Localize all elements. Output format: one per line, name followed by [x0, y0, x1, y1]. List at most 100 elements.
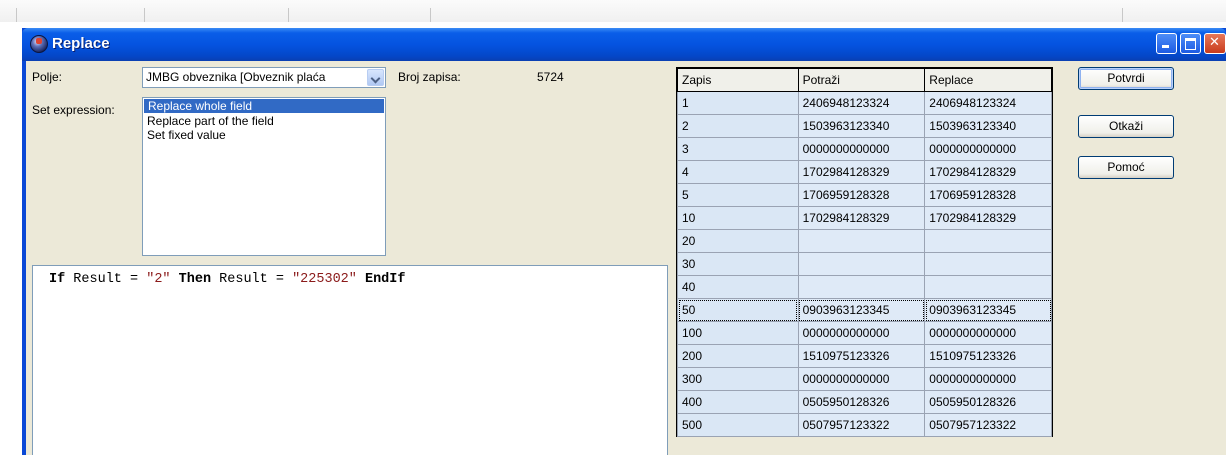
expression-editor[interactable]: If Result = "2" Then Result = "225302" E… — [32, 265, 668, 455]
table-cell[interactable]: 5 — [677, 183, 799, 207]
minimize-button[interactable] — [1156, 33, 1177, 54]
code-token: Result = — [211, 272, 293, 287]
table-row[interactable]: 300 0000000000000 0000000000000 — [677, 367, 1052, 391]
dialog-body: Polje: JMBG obveznika [Obveznik plaća Br… — [26, 61, 1226, 455]
window-title: Replace — [52, 35, 110, 52]
table-row[interactable]: 200 1510975123326 1510975123326 — [677, 344, 1052, 368]
table-cell[interactable] — [924, 252, 1052, 276]
table-cell[interactable]: 2 — [677, 114, 799, 138]
table-row[interactable]: 30 — [677, 252, 1052, 276]
table-cell[interactable]: 3 — [677, 137, 799, 161]
table-row[interactable]: 100 0000000000000 0000000000000 — [677, 321, 1052, 345]
background-separator — [16, 8, 17, 22]
column-header[interactable]: Potraži — [797, 68, 926, 92]
table-row[interactable]: 20 — [677, 229, 1052, 253]
column-header[interactable]: Replace — [924, 68, 1052, 92]
expression-option[interactable]: Replace part of the field — [143, 114, 385, 128]
background-separator — [288, 8, 289, 22]
table-cell[interactable]: 0505950128326 — [924, 390, 1052, 414]
table-cell[interactable]: 0000000000000 — [797, 137, 926, 161]
table-row[interactable]: 50 0903963123345 0903963123345 — [677, 298, 1052, 322]
code-token: Then — [178, 272, 212, 287]
pomoc-button[interactable]: Pomoć — [1078, 156, 1174, 179]
table-cell[interactable]: 1510975123326 — [797, 344, 926, 368]
table-cell[interactable]: 100 — [677, 321, 799, 345]
table-cell[interactable] — [797, 275, 926, 299]
column-header[interactable]: Zapis — [677, 68, 799, 92]
table-cell[interactable] — [924, 275, 1052, 299]
table-cell[interactable]: 2406948123324 — [797, 91, 926, 115]
close-button[interactable] — [1204, 33, 1226, 54]
table-cell[interactable]: 10 — [677, 206, 799, 230]
expression-option[interactable]: Replace whole field — [143, 98, 385, 114]
app-icon[interactable] — [30, 35, 48, 53]
table-cell[interactable] — [797, 252, 926, 276]
table-cell[interactable]: 0000000000000 — [924, 137, 1052, 161]
table-cell[interactable]: 0000000000000 — [797, 321, 926, 345]
table-cell[interactable]: 0903963123345 — [797, 298, 926, 322]
table-row[interactable]: 2 1503963123340 1503963123340 — [677, 114, 1052, 138]
table-row[interactable]: 400 0505950128326 0505950128326 — [677, 390, 1052, 414]
polje-dropdown[interactable]: JMBG obveznika [Obveznik plaća — [142, 67, 386, 88]
table-row[interactable]: 5 1706959128328 1706959128328 — [677, 183, 1052, 207]
table-cell[interactable]: 1706959128328 — [924, 183, 1052, 207]
table-cell[interactable]: 1702984128329 — [924, 160, 1052, 184]
table-cell[interactable]: 50 — [677, 298, 799, 322]
table-cell[interactable]: 1702984128329 — [924, 206, 1052, 230]
broj-zapisa-label: Broj zapisa: — [398, 70, 461, 84]
code-token: "225302" — [292, 272, 357, 287]
table-row[interactable]: 10 1702984128329 1702984128329 — [677, 206, 1052, 230]
table-cell[interactable]: 300 — [677, 367, 799, 391]
maximize-button[interactable] — [1180, 33, 1201, 54]
code-token: EndIf — [364, 272, 406, 287]
table-cell[interactable] — [924, 229, 1052, 253]
table-cell[interactable]: 40 — [677, 275, 799, 299]
table-cell[interactable]: 0507957123322 — [924, 413, 1052, 437]
table-row[interactable]: 1 2406948123324 2406948123324 — [677, 91, 1052, 115]
table-cell[interactable]: 0903963123345 — [924, 298, 1052, 322]
table-cell[interactable]: 4 — [677, 160, 799, 184]
polje-label: Polje: — [32, 70, 63, 84]
table-cell[interactable]: 0000000000000 — [924, 321, 1052, 345]
background-toolbar-strip — [0, 0, 1226, 22]
table-cell[interactable]: 400 — [677, 390, 799, 414]
table-cell[interactable]: 500 — [677, 413, 799, 437]
background-separator — [144, 8, 145, 22]
table-cell[interactable]: 0507957123322 — [797, 413, 926, 437]
table-cell[interactable]: 0505950128326 — [797, 390, 926, 414]
potvrdi-button[interactable]: Potvrdi — [1078, 67, 1174, 90]
set-expression-list[interactable]: Replace whole field Replace part of the f… — [142, 97, 386, 256]
background-separator — [1122, 8, 1123, 22]
otkazi-button[interactable]: Otkaži — [1078, 115, 1174, 138]
table-cell[interactable]: 1503963123340 — [924, 114, 1052, 138]
table-row[interactable]: 4 1702984128329 1702984128329 — [677, 160, 1052, 184]
expression-option[interactable]: Set fixed value — [143, 128, 385, 142]
code-token: "2" — [146, 272, 171, 287]
table-cell[interactable]: 1702984128329 — [797, 160, 926, 184]
table-cell[interactable]: 1510975123326 — [924, 344, 1052, 368]
table-cell[interactable]: 0000000000000 — [924, 367, 1052, 391]
table-cell[interactable] — [797, 229, 926, 253]
table-row[interactable]: 40 — [677, 275, 1052, 299]
table-cell[interactable]: 1 — [677, 91, 799, 115]
set-expression-label: Set expression: — [32, 103, 115, 117]
table-cell[interactable]: 30 — [677, 252, 799, 276]
table-cell[interactable]: 0000000000000 — [797, 367, 926, 391]
table-cell[interactable]: 20 — [677, 229, 799, 253]
broj-zapisa-value: 5724 — [537, 70, 564, 84]
chevron-down-icon[interactable] — [367, 69, 384, 86]
background-separator — [430, 8, 431, 22]
code-token: Result = — [65, 272, 147, 287]
records-grid[interactable]: Zapis Potraži Replace 1 2406948123324 240694… — [676, 67, 1053, 437]
table-row[interactable]: 500 0507957123322 0507957123322 — [677, 413, 1052, 437]
table-cell[interactable]: 1706959128328 — [797, 183, 926, 207]
table-row[interactable]: 3 0000000000000 0000000000000 — [677, 137, 1052, 161]
table-cell[interactable]: 1503963123340 — [797, 114, 926, 138]
table-cell[interactable]: 2406948123324 — [924, 91, 1052, 115]
expression-code: If Result = "2" Then Result = "225302" E… — [49, 272, 406, 287]
table-cell[interactable]: 1702984128329 — [797, 206, 926, 230]
table-cell[interactable]: 200 — [677, 344, 799, 368]
title-bar[interactable]: Replace — [22, 28, 1226, 61]
